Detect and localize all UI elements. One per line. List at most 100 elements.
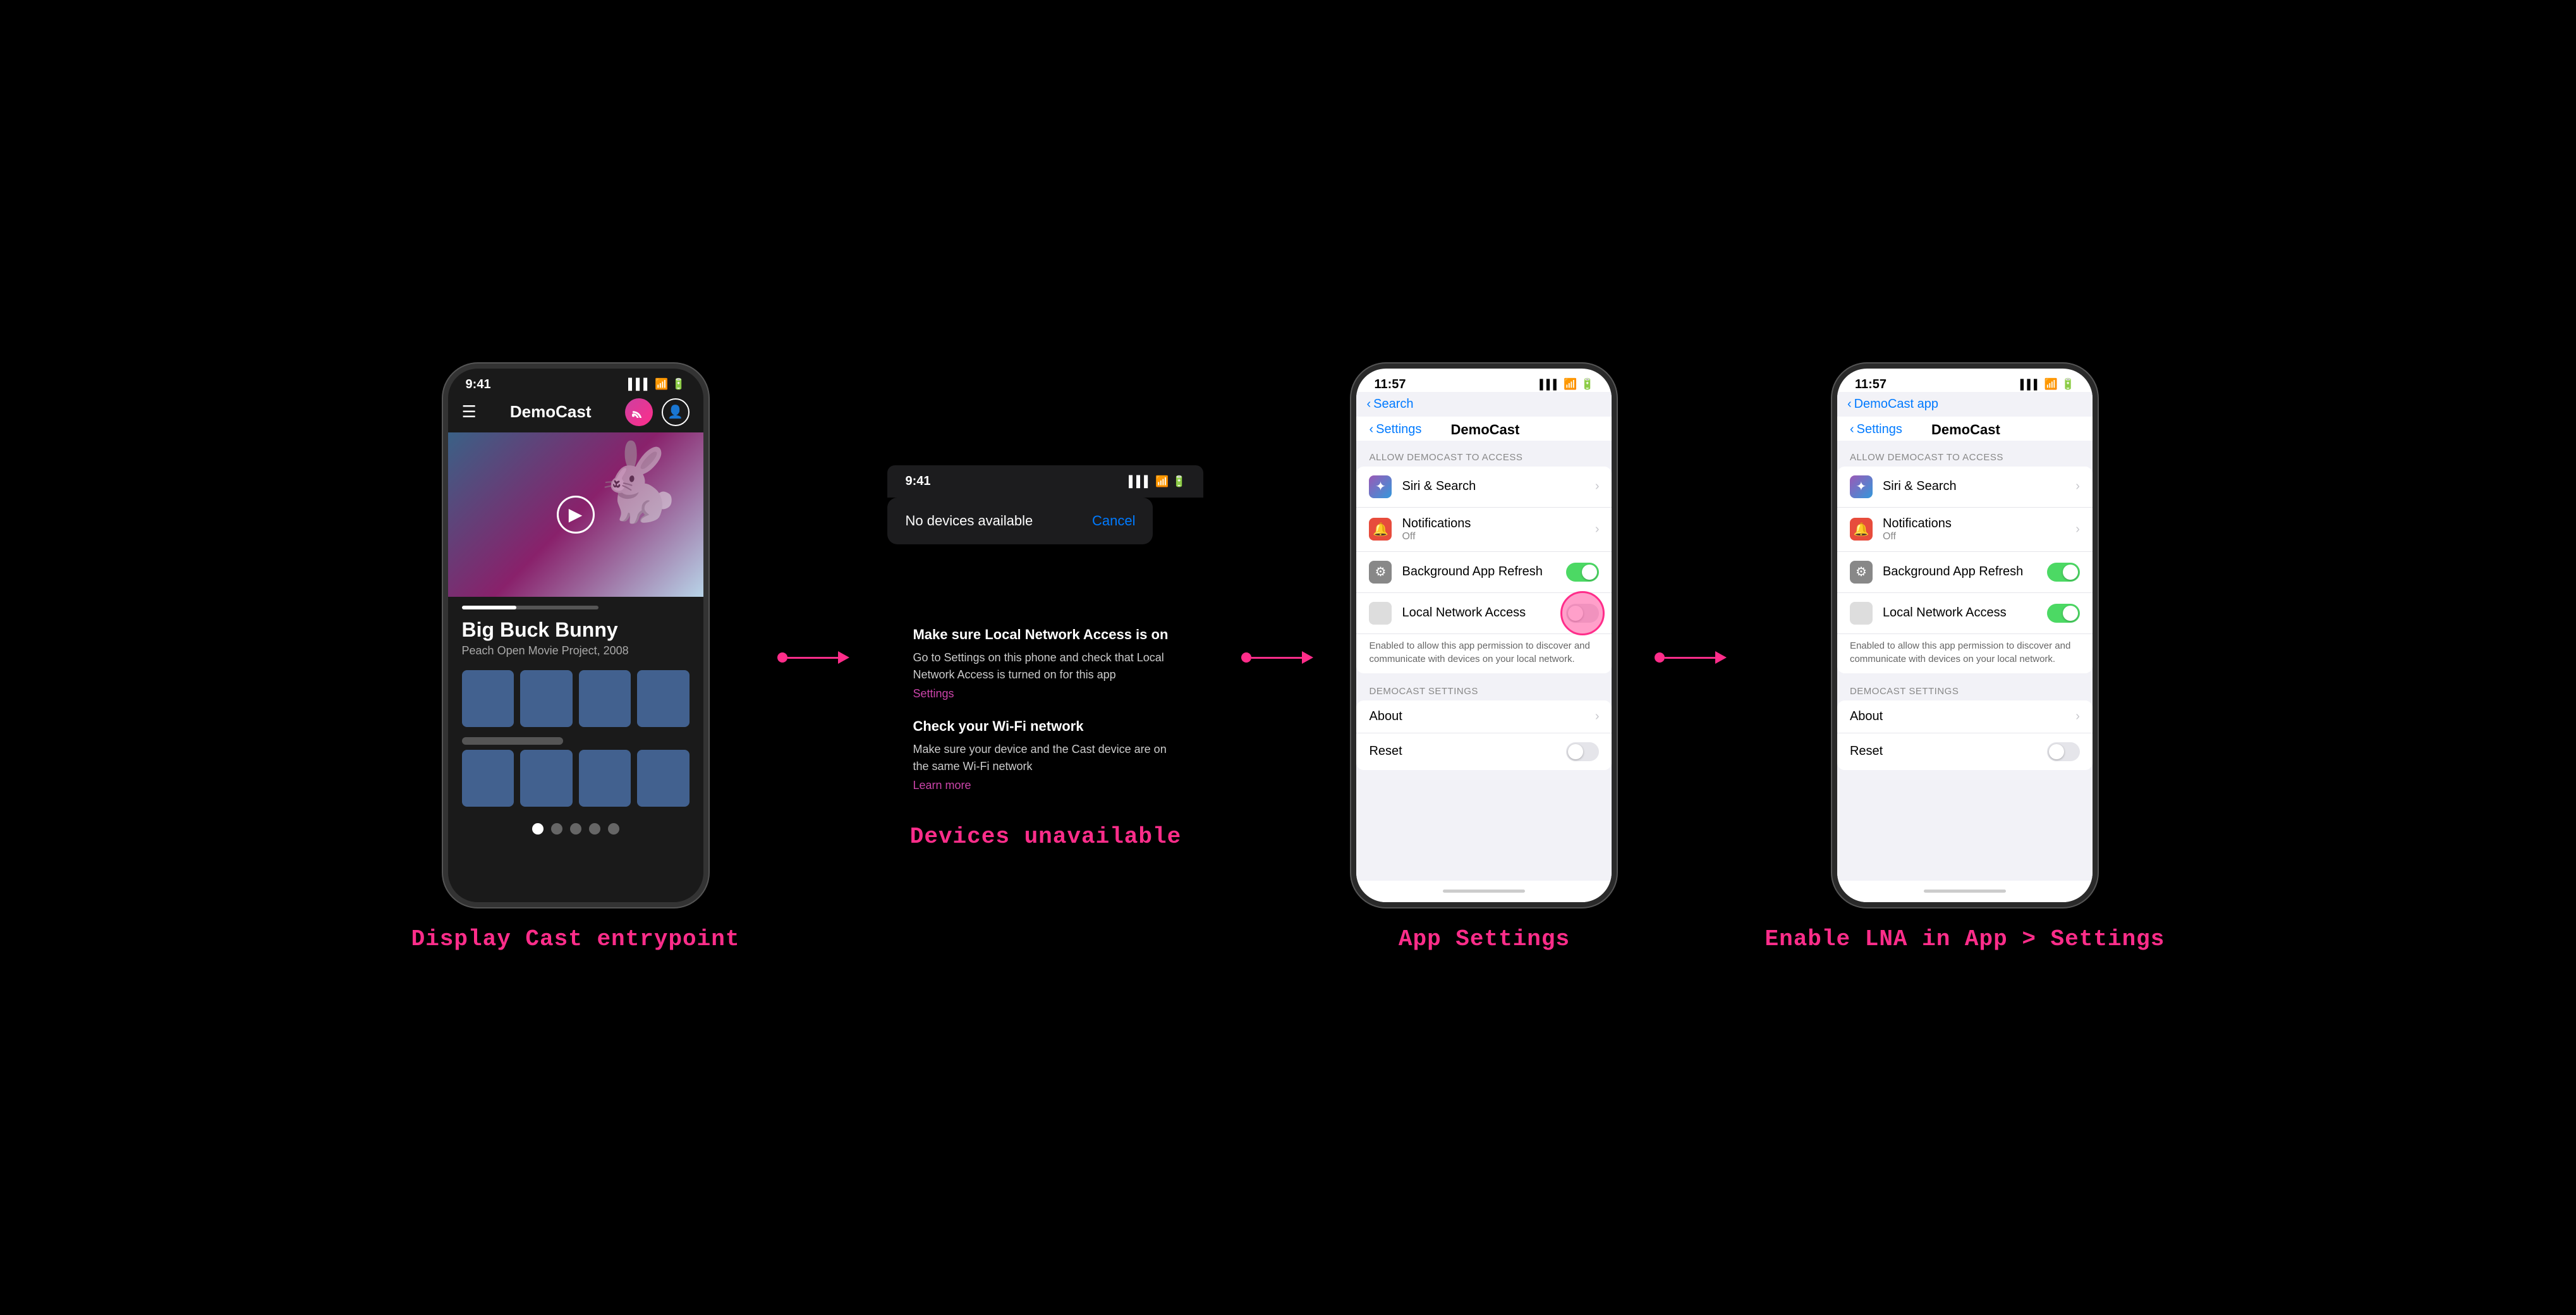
wifi-3: 📶 [1564,378,1577,391]
bg-toggle-knob-4 [2063,565,2078,580]
trouble-heading-1: Make sure Local Network Access is on [913,627,1178,643]
bg-toggle-knob [1582,565,1597,580]
dialog-content: No devices available Cancel [887,498,1153,544]
signal-icon: ▌▌▌ [628,378,651,391]
lna-toggle[interactable] [1566,604,1599,623]
cast-button[interactable] [625,398,653,426]
lna-toggle-4[interactable] [2047,604,2080,623]
arrow3-line [1665,657,1715,659]
section-header-3: ALLOW DEMOCAST TO ACCESS [1356,441,1612,467]
notifications-row[interactable]: 🔔 Notifications Off › [1356,508,1612,552]
settings-back-label-4: Settings [1857,422,1902,437]
home-indicator-4 [1837,881,2093,902]
bg-icon: ⚙ [1369,561,1392,584]
arrow-2 [1241,651,1313,664]
chevron-back-icon: ‹ [1366,397,1371,412]
back-button-3[interactable]: ‹ Settings [1369,422,1421,437]
back-chevron-3: ‹ [1369,422,1373,437]
bg-refresh-row[interactable]: ⚙ Background App Refresh [1356,552,1612,593]
siri-search-row-4[interactable]: ✦ Siri & Search › [1837,467,2093,508]
learn-more-link[interactable]: Learn more [913,779,971,792]
lna-row[interactable]: Local Network Access [1356,593,1612,634]
settings-title-4: DemoCast [1902,422,2029,438]
chevron-back-4: ‹ [1847,397,1852,412]
lna-row-4[interactable]: Local Network Access [1837,593,2093,634]
back-button-4[interactable]: ‹ Settings [1850,422,1902,437]
trouble-section-2: Check your Wi-Fi network Make sure your … [913,718,1178,792]
arrow-3-graphic [1655,651,1727,664]
arrow-line [787,657,838,659]
back-to-democast[interactable]: ‹ DemoCast app [1847,397,2082,412]
no-devices-dialog: No devices available Cancel [887,498,1153,544]
status-bar-3: 11:57 ▌▌▌ 📶 🔋 [1356,369,1612,392]
reset-toggle-3[interactable] [1566,742,1599,761]
battery-3: 🔋 [1581,378,1594,391]
caption-2: Devices unavailable [910,824,1181,850]
thumb-3 [579,670,631,727]
thumb-5 [462,750,514,807]
lna-label-4: Local Network Access [1883,606,2047,620]
header-icons: 👤 [625,398,690,426]
lna-toggle-knob-4 [2063,606,2078,621]
reset-row-3[interactable]: Reset [1356,733,1612,770]
battery-icon: 🔋 [672,378,685,391]
app-header: ☰ DemoCast 👤 [448,392,703,432]
notifications-row-4[interactable]: 🔔 Notifications Off › [1837,508,2093,552]
bg-toggle-4[interactable] [2047,563,2080,582]
cancel-button[interactable]: Cancel [1092,513,1135,529]
caption-3: App Settings [1399,926,1570,952]
movie-info: Big Buck Bunny Peach Open Movie Project,… [448,612,703,664]
section-header-3-2: DEMOCAST SETTINGS [1356,675,1612,700]
home-indicator-3 [1356,881,1612,902]
settings-link[interactable]: Settings [913,687,954,700]
lna-toggle-knob [1568,606,1583,621]
thumb-2 [520,670,573,727]
back-label-4: DemoCast app [1854,397,1938,412]
notif-chevron-4: › [2075,522,2080,537]
col-1: 9:41 ▌▌▌ 📶 🔋 ☰ DemoCast [411,364,740,952]
movie-subtitle: Peach Open Movie Project, 2008 [462,644,690,658]
back-chevron-4: ‹ [1850,422,1854,437]
arrow-start-dot [777,652,787,663]
reset-label-4: Reset [1850,744,2047,759]
caption-4: Enable LNA in App > Settings [1765,926,2165,952]
battery-4: 🔋 [2062,378,2075,391]
play-button[interactable]: ▶ [557,496,595,534]
wifi-icon: 📶 [655,378,668,391]
battery-icon-2: 🔋 [1172,475,1186,488]
bg-toggle[interactable] [1566,563,1599,582]
phone-4: 11:57 ▌▌▌ 📶 🔋 ‹ DemoCast app ‹ Settings [1832,364,2098,907]
no-devices-label: No devices available [905,513,1033,529]
col-2: 9:41 ▌▌▌ 📶 🔋 No devices available Cancel… [887,465,1203,850]
reset-toggle-4[interactable] [2047,742,2080,761]
col-4: 11:57 ▌▌▌ 📶 🔋 ‹ DemoCast app ‹ Settings [1765,364,2165,952]
about-row-3[interactable]: About › [1356,700,1612,733]
status-icons-3: ▌▌▌ 📶 🔋 [1540,378,1594,391]
progress-fill [462,606,516,609]
signal-4: ▌▌▌ [2020,379,2041,390]
arrow3-head [1715,651,1727,664]
menu-icon[interactable]: ☰ [462,402,477,422]
thumbnails-row-2 [448,746,703,813]
reset-row-4[interactable]: Reset [1837,733,2093,770]
status-icons-1: ▌▌▌ 📶 🔋 [628,378,685,391]
about-row-4[interactable]: About › [1837,700,2093,733]
bg-refresh-row-4[interactable]: ⚙ Background App Refresh [1837,552,2093,593]
profile-button[interactable]: 👤 [662,398,690,426]
trouble-text-1: Go to Settings on this phone and check t… [913,649,1178,683]
wifi-icon-2: 📶 [1155,475,1169,488]
notif-label: Notifications [1402,517,1595,531]
lna-label: Local Network Access [1402,606,1566,620]
arrow2-head [1302,651,1313,664]
notif-label-4: Notifications [1883,517,2075,531]
back-to-search[interactable]: ‹ Search [1366,397,1601,412]
status-icons-4: ▌▌▌ 📶 🔋 [2020,378,2075,391]
search-section: ‹ Search [1356,392,1612,417]
notif-icon-4: 🔔 [1850,518,1873,541]
thumb-7 [579,750,631,807]
settings-title-3: DemoCast [1421,422,1548,438]
thumb-4 [637,670,690,727]
arrow-2-graphic [1241,651,1313,664]
bg-label: Background App Refresh [1402,565,1566,579]
siri-search-row[interactable]: ✦ Siri & Search › [1356,467,1612,508]
